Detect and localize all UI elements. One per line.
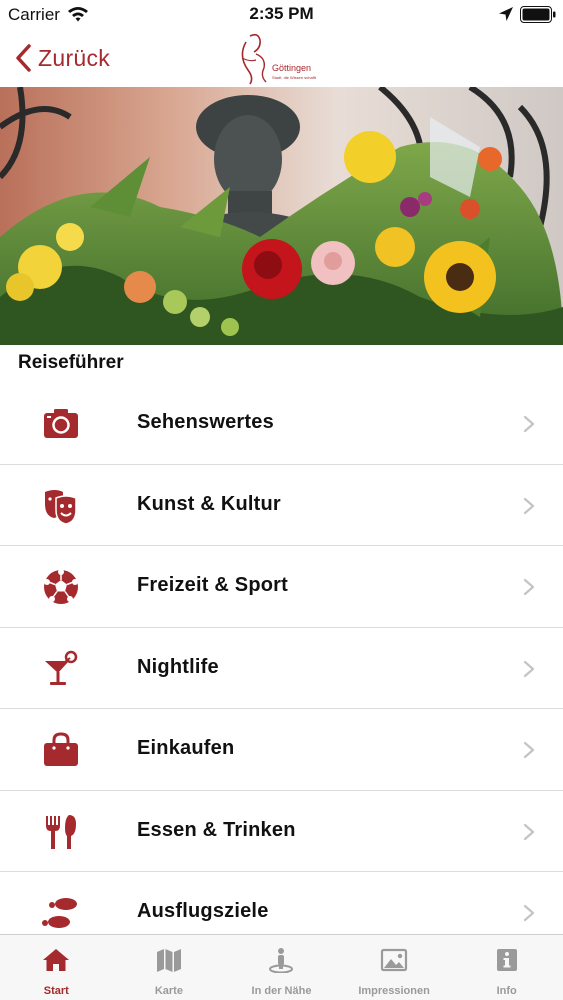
tab-impressionen[interactable]: Impressionen	[338, 935, 451, 1000]
theater-masks-icon	[45, 489, 77, 525]
camera-icon	[44, 409, 78, 438]
goettingen-logo: Göttingen Stadt, die Wissen schafft	[236, 32, 330, 86]
guide-menu-list: Sehenswertes Kunst & Kultur Freizeit & S…	[0, 383, 563, 954]
menu-item-label: Kunst & Kultur	[137, 492, 281, 515]
battery-icon	[520, 6, 556, 23]
menu-item-label: Essen & Trinken	[137, 818, 296, 841]
chevron-right-icon	[523, 823, 535, 840]
menu-item-label: Nightlife	[137, 655, 219, 678]
navigation-bar: Zurück Göttingen Stadt, die Wissen schaf…	[0, 30, 563, 87]
back-button[interactable]: Zurück	[14, 40, 110, 76]
tab-karte[interactable]: Karte	[113, 935, 226, 1000]
chevron-right-icon	[523, 497, 535, 514]
menu-item-sehenswertes[interactable]: Sehenswertes	[0, 383, 563, 465]
chevron-right-icon	[523, 660, 535, 677]
map-icon	[156, 949, 181, 972]
menu-item-nightlife[interactable]: Nightlife	[0, 627, 563, 709]
status-time: 2:35 PM	[249, 4, 314, 23]
home-icon	[43, 949, 70, 971]
menu-item-label: Einkaufen	[137, 737, 235, 759]
tab-in-der-naehe[interactable]: In der Nähe	[225, 935, 338, 1000]
chevron-right-icon	[523, 578, 535, 596]
tab-info[interactable]: Info	[450, 935, 563, 1000]
menu-item-einkaufen[interactable]: Einkaufen	[0, 709, 563, 791]
hero-image	[0, 87, 563, 345]
menu-item-label: Freizeit & Sport	[137, 574, 288, 596]
tab-label: In der Nähe	[251, 985, 312, 997]
cocktail-icon	[45, 650, 78, 685]
menu-item-label: Sehenswertes	[137, 411, 274, 433]
chevron-right-icon	[523, 904, 535, 922]
shopping-bag-icon	[44, 732, 78, 766]
image-icon	[380, 948, 408, 972]
soccer-ball-icon	[44, 569, 78, 604]
logo-name: Göttingen	[272, 63, 312, 73]
tab-label: Info	[496, 985, 517, 997]
info-icon	[496, 949, 517, 971]
hero-photo-statue-flowers	[0, 87, 563, 345]
person-location-icon	[269, 948, 294, 973]
location-arrow-icon	[499, 7, 513, 21]
tab-bar: Start Karte In der Nähe Impressionen Inf…	[0, 934, 563, 1000]
menu-item-freizeit-sport[interactable]: Freizeit & Sport	[0, 546, 563, 628]
menu-item-essen-trinken[interactable]: Essen & Trinken	[0, 790, 563, 872]
menu-item-kunst-kultur[interactable]: Kunst & Kultur	[0, 464, 563, 546]
fork-knife-icon	[46, 814, 76, 849]
tab-start[interactable]: Start	[0, 935, 113, 1000]
footprints-icon	[42, 898, 77, 928]
section-title-guide: Reiseführer	[18, 352, 124, 373]
status-bar: Carrier 2:35 PM	[0, 0, 563, 30]
chevron-left-icon	[16, 44, 31, 72]
menu-item-label: Ausflugsziele	[137, 900, 269, 922]
logo-subtitle: Stadt, die Wissen schafft	[272, 75, 316, 80]
chevron-right-icon	[523, 415, 535, 433]
back-label: Zurück	[38, 44, 111, 71]
tab-label: Start	[43, 985, 69, 997]
tab-label: Karte	[154, 985, 183, 997]
chevron-right-icon	[523, 741, 535, 759]
tab-label: Impressionen	[358, 985, 430, 997]
